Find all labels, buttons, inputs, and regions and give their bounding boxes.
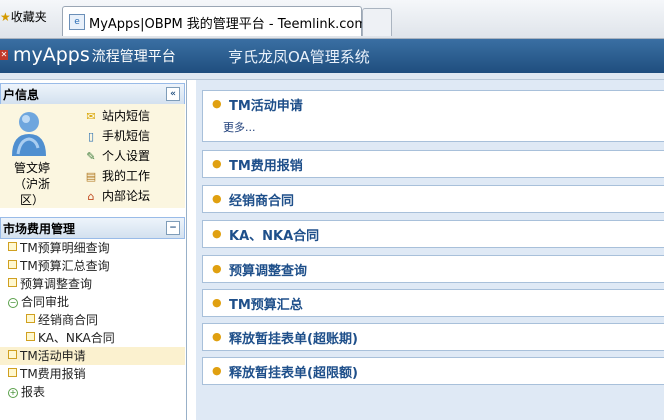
menu-panel-header: 市场费用管理 − <box>0 217 185 239</box>
page-icon <box>8 242 17 251</box>
collapse-node-icon: − <box>8 298 18 308</box>
menu-item[interactable]: 经销商合同 <box>0 311 185 329</box>
work-icon: ▤ <box>85 170 97 183</box>
menu-item[interactable]: KA、NKA合同 <box>0 329 185 347</box>
portlet: ● TM费用报销 <box>202 150 664 178</box>
menu-folder[interactable]: − 合同审批 <box>0 293 185 311</box>
menu-item[interactable]: TM预算汇总查询 <box>0 257 185 275</box>
tab-title: MyApps|OBPM 我的管理平台 - Teemlink.com <box>89 17 368 32</box>
left-sidebar: 户信息 « 管文婷 （沪浙 区） ✉ 站内短信 ▯ 手机短信 ✎ 个人设置 ▤ 我的工作… <box>0 80 187 420</box>
bulb-icon: ● <box>212 157 222 170</box>
menu-item[interactable]: TM费用报销 <box>0 365 185 383</box>
bulb-icon: ● <box>212 296 222 309</box>
browser-toolbar: ★收藏夹 e MyApps|OBPM 我的管理平台 - Teemlink.com <box>0 0 664 39</box>
collapse-icon[interactable]: « <box>166 87 180 101</box>
page-icon <box>8 350 17 359</box>
portlet: ● TM预算汇总 <box>202 289 664 317</box>
phone-icon: ▯ <box>87 130 95 143</box>
menu-tree: TM预算明细查询 TM预算汇总查询 预算调整查询 − 合同审批 经销商合同 KA、… <box>0 239 185 401</box>
portlet-title[interactable]: KA、NKA合同 <box>229 225 319 244</box>
portlet-title[interactable]: 经销商合同 <box>229 190 294 209</box>
page-icon <box>8 368 17 377</box>
page-icon <box>8 278 17 287</box>
bulb-icon: ● <box>212 262 222 275</box>
portlet-title[interactable]: 预算调整查询 <box>229 260 307 279</box>
user-panel-header: 户信息 « <box>0 83 185 105</box>
menu-folder[interactable]: + 报表 <box>0 383 185 401</box>
portlet: ● 释放暂挂表单(超账期) <box>202 323 664 351</box>
portlet: ● 预算调整查询 <box>202 255 664 283</box>
main-content: ● TM活动申请 更多... ● TM费用报销 ● 经销商合同 ● KA、NKA… <box>196 80 664 420</box>
browser-tab[interactable]: e MyApps|OBPM 我的管理平台 - Teemlink.com <box>62 6 367 36</box>
link-my-work[interactable]: ▤ 我的工作 <box>84 166 150 186</box>
collapse-menu-icon[interactable]: − <box>166 221 180 235</box>
logo-icon: ✕ <box>0 50 8 60</box>
edit-icon: ✎ <box>86 150 96 163</box>
portlet-title[interactable]: TM预算汇总 <box>229 294 303 313</box>
menu-item[interactable]: TM预算明细查询 <box>0 239 185 257</box>
bulb-icon: ● <box>212 227 222 240</box>
portlet-title[interactable]: 释放暂挂表单(超限额) <box>229 362 358 381</box>
link-sms[interactable]: ▯ 手机短信 <box>84 126 150 146</box>
header-subbar <box>0 73 664 80</box>
forum-icon: ⌂ <box>87 190 95 203</box>
menu-item-selected[interactable]: TM活动申请 <box>0 347 185 365</box>
page-icon <box>26 332 35 341</box>
link-site-message[interactable]: ✉ 站内短信 <box>84 106 150 126</box>
avatar <box>12 112 46 156</box>
page-icon: e <box>69 14 85 30</box>
portlet: ● 释放暂挂表单(超限额) <box>202 357 664 385</box>
bulb-icon: ● <box>212 330 222 343</box>
more-link[interactable]: 更多... <box>223 119 256 135</box>
envelope-icon: ✉ <box>86 110 96 123</box>
bulb-icon: ● <box>212 364 222 377</box>
portlet-title[interactable]: TM活动申请 <box>229 95 303 114</box>
portlet: ● 经销商合同 <box>202 185 664 213</box>
link-forum[interactable]: ⌂ 内部论坛 <box>84 186 151 206</box>
user-name: 管文婷 （沪浙 区） <box>13 161 50 207</box>
link-settings[interactable]: ✎ 个人设置 <box>84 146 150 166</box>
app-header: ✕ myApps 流程管理平台 亨氏龙凤OA管理系统 <box>0 39 664 73</box>
portlet-title[interactable]: 释放暂挂表单(超账期) <box>229 328 358 347</box>
page-icon <box>26 314 35 323</box>
portlet: ● TM活动申请 更多... <box>202 90 664 142</box>
portlet: ● KA、NKA合同 <box>202 220 664 248</box>
favorites-button[interactable]: ★收藏夹 <box>0 8 47 25</box>
expand-node-icon: + <box>8 388 18 398</box>
menu-item[interactable]: 预算调整查询 <box>0 275 185 293</box>
portlet-title[interactable]: TM费用报销 <box>229 155 303 174</box>
system-title: 亨氏龙凤OA管理系统 <box>228 48 370 66</box>
bulb-icon: ● <box>212 97 222 110</box>
star-icon: ★ <box>0 10 11 24</box>
bulb-icon: ● <box>212 192 222 205</box>
new-tab-button[interactable] <box>362 8 392 36</box>
user-links: ✉ 站内短信 ▯ 手机短信 ✎ 个人设置 ▤ 我的工作 ⌂ 内部论坛 <box>84 106 150 206</box>
user-info: 管文婷 （沪浙 区） ✉ 站内短信 ▯ 手机短信 ✎ 个人设置 ▤ 我的工作 ⌂ 内部论坛 <box>0 104 185 208</box>
brand: myApps 流程管理平台 <box>13 44 176 66</box>
page-icon <box>8 260 17 269</box>
